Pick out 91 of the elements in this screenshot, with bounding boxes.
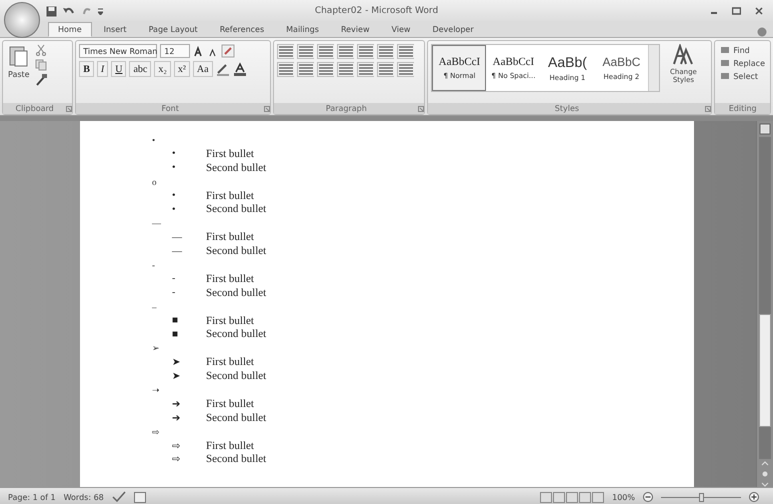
highlight-icon[interactable] — [216, 62, 230, 76]
editing-button[interactable]: Find — [718, 44, 767, 56]
ribbon-tab[interactable]: Insert — [94, 22, 137, 37]
list-item-text: First bullet — [206, 231, 254, 244]
font-size-field[interactable]: 12 — [160, 44, 190, 58]
font-color-icon[interactable] — [232, 62, 247, 76]
font-name-field[interactable]: Times New Roman — [79, 44, 158, 58]
format-button[interactable]: x² — [174, 61, 190, 77]
bullet-marker: — — [172, 246, 183, 257]
bullet-marker: - — [172, 287, 176, 298]
format-button[interactable]: Aa — [192, 61, 213, 77]
zoom-out-icon[interactable] — [643, 492, 653, 502]
bullet-marker: ■ — [172, 328, 180, 340]
list-item-text: Second bullet — [206, 328, 266, 340]
bullet-marker: — — [172, 232, 183, 243]
list-item-text: First bullet — [206, 440, 254, 452]
list-item-text: Second bullet — [206, 203, 266, 216]
list-item-text: First bullet — [206, 356, 254, 368]
bullet-marker: – — [152, 302, 158, 312]
customize-icon[interactable] — [98, 7, 103, 15]
list-item-text: Second bullet — [206, 286, 266, 299]
bullet-marker: ⇨ — [172, 440, 181, 452]
format-button[interactable]: x₂ — [154, 61, 171, 77]
save-icon[interactable] — [46, 6, 57, 16]
bullet-marker: ⇨ — [152, 426, 161, 437]
format-button[interactable]: U — [111, 61, 126, 77]
ribbon-tab[interactable]: Mailings — [276, 22, 329, 37]
group-label: Editing — [728, 104, 758, 113]
bullet-marker: ➤ — [172, 356, 181, 368]
office-button[interactable] — [4, 2, 40, 38]
bullet-marker: • — [152, 134, 156, 145]
zoom-in-icon[interactable] — [749, 492, 759, 502]
list-item-text: First bullet — [206, 148, 254, 160]
format-button[interactable]: I — [96, 61, 108, 77]
format-button[interactable]: abc — [129, 61, 152, 77]
paste-button[interactable]: Paste — [6, 44, 32, 100]
list-item-text: Second bullet — [206, 412, 266, 424]
list-item-text: First bullet — [206, 314, 254, 327]
zoom-slider[interactable] — [661, 492, 741, 502]
bullet-marker: • — [172, 204, 177, 215]
ribbon-tab[interactable]: Developer — [422, 22, 484, 37]
clipboard-icon — [8, 44, 29, 68]
format-button[interactable]: B — [79, 61, 94, 77]
word-count[interactable]: Words: 68 — [64, 492, 104, 502]
bullet-marker: ➝ — [152, 384, 161, 395]
ribbon-tab[interactable]: Home — [48, 22, 92, 37]
bullet-marker: ➔ — [172, 412, 181, 424]
page-count[interactable]: Page: 1 of 1 — [8, 492, 56, 502]
bullet-marker: ⇨ — [172, 453, 181, 466]
list-item-text: Second bullet — [206, 370, 266, 382]
bullet-marker: - — [152, 260, 156, 270]
bullet-marker: - — [172, 273, 176, 284]
editing-button[interactable]: Replace — [718, 57, 767, 69]
list-item-text: First bullet — [206, 272, 254, 285]
list-item-text: Second bullet — [206, 245, 266, 258]
list-item-text: Second bullet — [206, 162, 266, 174]
format-painter-icon[interactable] — [34, 74, 47, 86]
zoom-level[interactable]: 100% — [612, 492, 635, 502]
bullet-marker: ➔ — [172, 398, 181, 410]
bullet-marker: ■ — [172, 315, 180, 326]
bullet-marker: • — [172, 190, 177, 201]
bullet-marker: ➢ — [152, 343, 161, 354]
ribbon-tab[interactable]: References — [210, 22, 274, 37]
letters-icon — [672, 44, 694, 66]
editing-button[interactable]: Select — [718, 70, 767, 82]
window-title: Chapter02 - Microsoft Word — [314, 6, 440, 16]
proofing-icon[interactable] — [112, 491, 126, 503]
group-label: Font — [160, 104, 180, 113]
bullet-marker: ➤ — [172, 370, 181, 382]
list-item-text: First bullet — [206, 398, 254, 410]
list-item-text: Second bullet — [206, 453, 266, 466]
ribbon-tab[interactable]: Page Layout — [138, 22, 208, 37]
bullet-marker: • — [172, 162, 177, 174]
maximize-icon[interactable] — [732, 7, 741, 15]
bullet-marker: • — [172, 148, 177, 160]
bullet-marker: o — [152, 176, 158, 187]
gallery-scrollbar[interactable] — [648, 45, 660, 91]
vertical-scrollbar[interactable] — [759, 137, 771, 459]
close-icon[interactable] — [755, 7, 763, 15]
bullet-marker: — — [152, 218, 162, 228]
undo-icon[interactable] — [62, 6, 76, 16]
group-label: Paragraph — [324, 104, 368, 113]
group-label: Clipboard — [14, 104, 55, 113]
group-label: Styles — [554, 104, 580, 113]
ribbon-tab[interactable]: Review — [330, 22, 380, 37]
clear-formatting-icon[interactable] — [221, 44, 236, 58]
list-item-text: First bullet — [206, 190, 254, 202]
justify-icon[interactable] — [337, 62, 354, 77]
ribbon-tab[interactable]: View — [381, 22, 420, 37]
help-icon[interactable] — [757, 27, 767, 37]
cut-icon[interactable] — [34, 44, 47, 56]
